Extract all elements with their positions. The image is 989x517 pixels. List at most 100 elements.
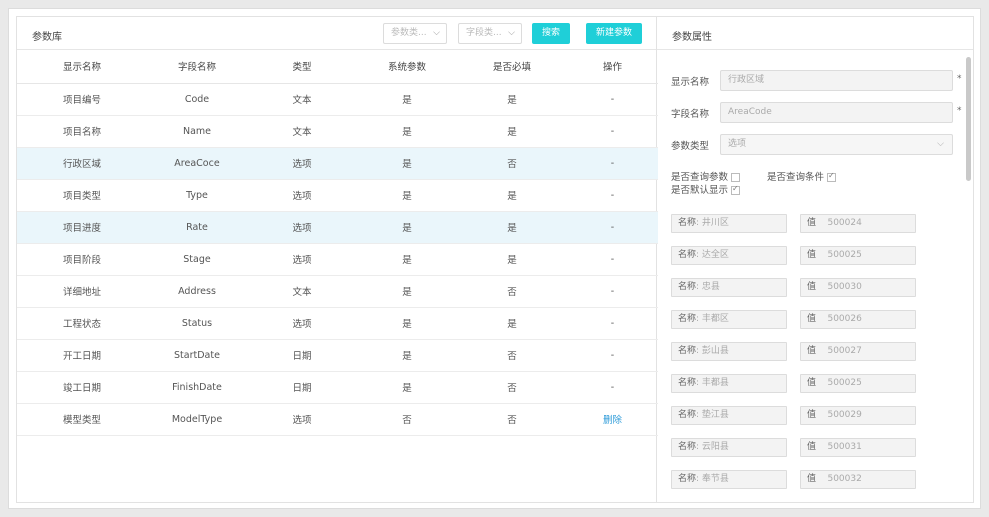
cell-field-name: Rate — [147, 211, 247, 244]
table-row[interactable]: 项目类型 Type 选项是是 - — [17, 179, 658, 212]
option-value-input[interactable]: 值 500024 — [800, 214, 916, 233]
table-row[interactable]: 开工日期 StartDate 日期是否 - — [17, 339, 658, 372]
option-name-input[interactable]: 名称: 奉节县 — [671, 470, 787, 489]
param-type-select-value: 参数类... — [391, 28, 427, 38]
option-name-value: 井川区 — [701, 218, 729, 228]
cell-type: 选项 — [247, 307, 357, 340]
table-row[interactable]: 工程状态 Status 选项是是 - — [17, 307, 658, 340]
cell-field-name: FinishDate — [147, 371, 247, 404]
table-row[interactable]: 行政区域 AreaCoce 选项是否 - — [17, 147, 658, 180]
option-name-input[interactable]: 名称: 忠县 — [671, 278, 787, 297]
option-name-input[interactable]: 名称: 达全区 — [671, 246, 787, 265]
option-name-input[interactable]: 名称: 垫江县 — [671, 406, 787, 425]
option-name-value: 云阳县 — [701, 442, 729, 452]
field-name-label: 字段名称 — [671, 109, 710, 120]
query-param-checkbox[interactable]: 是否查询参数 — [671, 169, 741, 183]
cell-action: - — [567, 307, 658, 340]
option-name-value: 奉节县 — [701, 474, 729, 484]
cell-type: 选项 — [247, 403, 357, 436]
option-value-input[interactable]: 值 500026 — [800, 310, 916, 329]
cell-type: 文本 — [247, 83, 357, 116]
cell-field-name: Address — [147, 275, 247, 308]
option-name-input[interactable]: 名称: 丰都区 — [671, 310, 787, 329]
cell-action[interactable]: 删除 — [567, 403, 658, 436]
cell-required: 是 — [457, 211, 567, 244]
option-value-prefix: 值 — [807, 378, 817, 388]
option-value-prefix: 值 — [807, 410, 817, 420]
option-name-value: 达全区 — [701, 250, 729, 260]
cell-system: 是 — [357, 275, 457, 308]
option-value-prefix: 值 — [807, 346, 817, 356]
required-mark: * — [957, 106, 962, 116]
cell-required: 是 — [457, 243, 567, 276]
option-value-value: 500026 — [827, 314, 862, 324]
option-name-prefix: 名称 — [678, 250, 697, 260]
cell-field-name: Type — [147, 179, 247, 212]
cell-type: 日期 — [247, 371, 357, 404]
option-value-value: 500024 — [827, 218, 862, 228]
option-name-prefix: 名称 — [678, 474, 697, 484]
cell-display-name: 详细地址 — [17, 275, 147, 308]
table-row[interactable]: 项目进度 Rate 选项是是 - — [17, 211, 658, 244]
field-name-input[interactable]: AreaCode — [720, 102, 953, 123]
option-value-prefix: 值 — [807, 282, 817, 292]
table-row[interactable]: 竣工日期 FinishDate 日期是否 - — [17, 371, 658, 404]
cell-system: 是 — [357, 147, 457, 180]
checkbox-checked-icon — [731, 184, 741, 195]
cell-system: 是 — [357, 307, 457, 340]
chevron-down-icon: ⌵ — [937, 139, 944, 149]
cell-type: 选项 — [247, 243, 357, 276]
param-type-select[interactable]: 参数类... ⌵ — [383, 23, 447, 44]
option-name-prefix: 名称 — [678, 218, 697, 228]
option-name-prefix: 名称 — [678, 410, 697, 420]
cell-action: - — [567, 243, 658, 276]
option-name-input[interactable]: 名称: 丰都县 — [671, 374, 787, 393]
option-name-input[interactable]: 名称: 彭山县 — [671, 342, 787, 361]
option-name-value: 彭山县 — [701, 346, 729, 356]
properties-title: 参数属性 — [672, 32, 712, 43]
table-row[interactable]: 项目名称 Name 文本是是 - — [17, 115, 658, 148]
cell-required: 是 — [457, 179, 567, 212]
default-display-label: 是否默认显示 — [671, 185, 729, 196]
main-frame: 参数库 参数类... ⌵ 字段类... ⌵ 搜索 新建参数 显示名称 字段名称 … — [8, 8, 981, 509]
col-type: 类型 — [247, 50, 357, 84]
param-type-dropdown[interactable]: 选项 ⌵ — [720, 134, 953, 155]
properties-scrollbar[interactable] — [966, 57, 971, 181]
cell-required: 是 — [457, 307, 567, 340]
field-type-select[interactable]: 字段类... ⌵ — [458, 23, 522, 44]
cell-system: 是 — [357, 115, 457, 148]
table-row[interactable]: 项目编号 Code 文本是是 - — [17, 83, 658, 116]
col-system: 系统参数 — [357, 50, 457, 84]
cell-required: 否 — [457, 403, 567, 436]
display-name-input[interactable]: 行政区域 — [720, 70, 953, 91]
field-type-select-value: 字段类... — [466, 28, 502, 38]
table-row[interactable]: 详细地址 Address 文本是否 - — [17, 275, 658, 308]
option-value-input[interactable]: 值 500030 — [800, 278, 916, 297]
cell-required: 是 — [457, 83, 567, 116]
cell-action: - — [567, 83, 658, 116]
cell-system: 是 — [357, 371, 457, 404]
table-row[interactable]: 项目阶段 Stage 选项是是 - — [17, 243, 658, 276]
col-field-name: 字段名称 — [147, 50, 247, 84]
option-name-input[interactable]: 名称: 井川区 — [671, 214, 787, 233]
search-button[interactable]: 搜索 — [532, 23, 570, 44]
option-value-input[interactable]: 值 500031 — [800, 438, 916, 457]
option-name-input[interactable]: 名称: 云阳县 — [671, 438, 787, 457]
cell-type: 选项 — [247, 147, 357, 180]
default-display-checkbox[interactable]: 是否默认显示 — [671, 182, 741, 196]
cell-display-name: 工程状态 — [17, 307, 147, 340]
option-value-input[interactable]: 值 500025 — [800, 246, 916, 265]
cell-action: - — [567, 147, 658, 180]
checkbox-icon — [731, 173, 741, 182]
cell-system: 否 — [357, 403, 457, 436]
option-value-input[interactable]: 值 500025 — [800, 374, 916, 393]
query-condition-checkbox[interactable]: 是否查询条件 — [767, 169, 837, 183]
option-value-input[interactable]: 值 500029 — [800, 406, 916, 425]
option-value-input[interactable]: 值 500027 — [800, 342, 916, 361]
option-name-value: 丰都县 — [701, 378, 729, 388]
table-row[interactable]: 模型类型 ModelType 选项否否删除 — [17, 403, 658, 436]
option-value-value: 500032 — [827, 474, 862, 484]
checkbox-checked-icon — [827, 171, 837, 182]
option-value-input[interactable]: 值 500032 — [800, 470, 916, 489]
new-parameter-button[interactable]: 新建参数 — [586, 23, 642, 44]
